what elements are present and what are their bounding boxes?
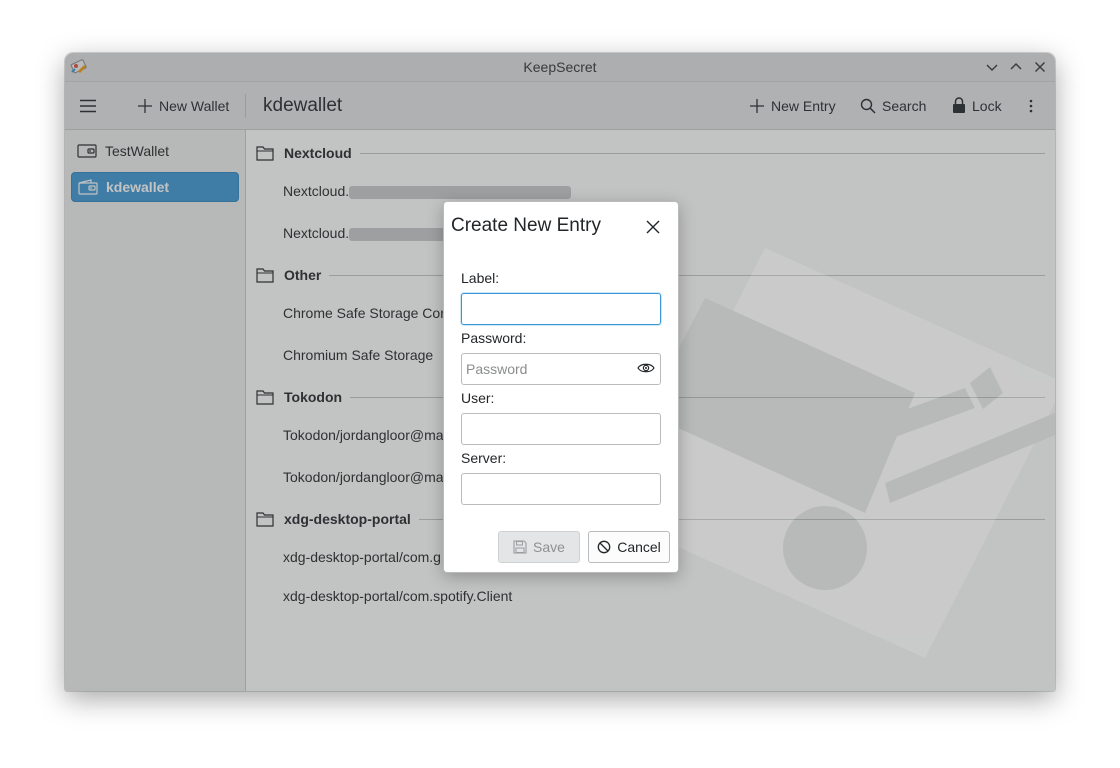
save-label: Save [533,539,565,555]
create-entry-dialog: Create New Entry Label: Password: User: … [443,201,679,573]
server-input[interactable] [461,473,661,505]
cancel-icon [597,540,611,554]
password-field-label: Password: [461,330,527,346]
close-icon [646,220,660,234]
label-input[interactable] [461,293,661,325]
server-field-label: Server: [461,450,507,466]
cancel-label: Cancel [617,539,661,555]
show-password-eye-icon[interactable] [637,361,655,375]
app-window: KeepSecret New Wallet kdewallet New Entr… [65,53,1055,691]
label-field-label: Label: [461,270,500,286]
save-disk-icon [513,540,527,554]
dialog-close-button[interactable] [642,216,664,238]
user-input[interactable] [461,413,661,445]
user-field-label: User: [461,390,495,406]
save-button[interactable]: Save [498,531,580,563]
dialog-title: Create New Entry [451,215,601,236]
cancel-button[interactable]: Cancel [588,531,670,563]
password-input[interactable] [461,353,661,385]
